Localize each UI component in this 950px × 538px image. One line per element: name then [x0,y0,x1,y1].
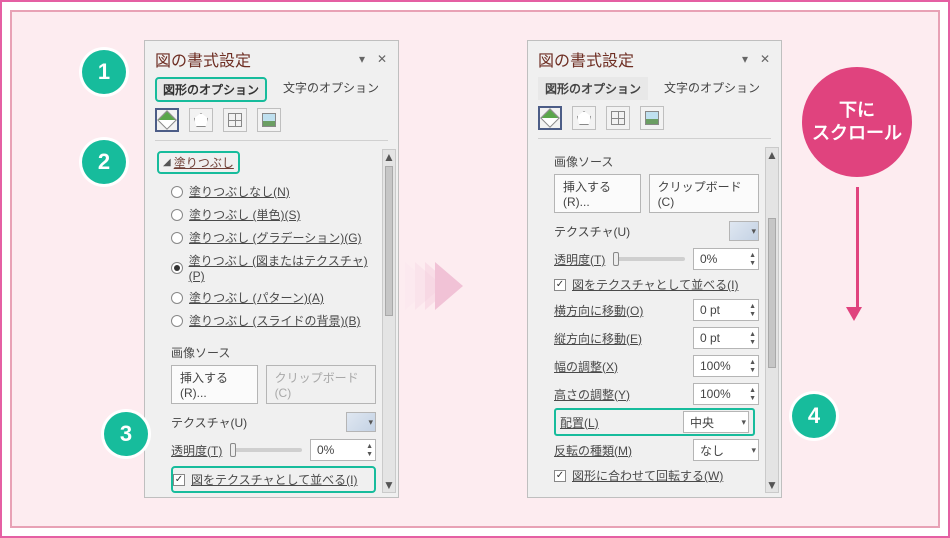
opacity-slider[interactable] [230,448,302,452]
offset-y-value[interactable]: 0 pt▲▼ [693,327,759,349]
size-properties-icon[interactable] [223,108,247,132]
options-dropdown-icon[interactable]: ▾ [739,53,751,65]
step-badge-4: 4 [792,394,836,438]
picture-source-label: 画像ソース [171,340,376,363]
opacity-slider[interactable] [613,257,685,261]
step-badge-3: 3 [104,412,148,456]
picture-icon[interactable] [257,108,281,132]
options-dropdown-icon[interactable]: ▾ [356,53,368,65]
scale-x-label: 幅の調整(X) [554,358,618,375]
section-fill[interactable]: ◢ 塗りつぶし [155,149,376,176]
opacity-value[interactable]: 0%▲▼ [693,248,759,270]
close-icon[interactable]: ✕ [376,53,388,65]
close-icon[interactable]: ✕ [759,53,771,65]
alignment-select[interactable]: 中央▾ [683,411,749,433]
scale-x-value[interactable]: 100%▲▼ [693,355,759,377]
texture-label: テクスチャ(U) [554,223,630,240]
insert-picture-button[interactable]: 挿入する(R)... [171,365,258,404]
tab-text-options[interactable]: 文字のオプション [658,77,766,100]
tab-shape-options[interactable]: 図形のオプション [155,77,267,102]
scale-y-label: 高さの調整(Y) [554,386,630,403]
scale-y-value[interactable]: 100%▲▼ [693,383,759,405]
mirror-label: 反転の種類(M) [554,442,632,459]
arrow-right-icon [435,262,463,310]
tile-checkbox[interactable]: ✓図をテクスチャとして並べる(I) [554,273,759,296]
scroll-down-icon[interactable]: ▼ [766,478,778,492]
effects-icon[interactable] [572,106,596,130]
offset-y-label: 縦方向に移動(E) [554,330,642,347]
step-badge-2: 2 [82,140,126,184]
callout-scroll-down: 下に スクロール [802,67,912,177]
arrow-down-icon [852,187,862,321]
rotate-with-shape-checkbox[interactable]: ✓図形に合わせて回転する(W) [554,464,759,487]
opacity-label: 透明度(T) [171,442,222,459]
format-pane-left: 図の書式設定 ▾ ✕ 図形のオプション 文字のオプション ◢ 塗りつぶし 塗りつ… [144,40,399,498]
scroll-up-icon[interactable]: ▲ [383,150,395,164]
tile-checkbox[interactable]: ✓図をテクスチャとして並べる(I) [171,466,376,493]
texture-label: テクスチャ(U) [171,414,247,431]
picture-source-label: 画像ソース [554,149,759,172]
insert-picture-button[interactable]: 挿入する(R)... [554,174,641,213]
scroll-down-icon[interactable]: ▼ [383,478,395,492]
scroll-up-icon[interactable]: ▲ [766,148,778,162]
clipboard-button[interactable]: クリップボード(C) [649,174,759,213]
texture-picker[interactable]: ▾ [346,412,376,432]
format-pane-right: 図の書式設定 ▾ ✕ 図形のオプション 文字のオプション 画像ソース 挿入する(… [527,40,782,498]
section-line[interactable]: ▷ 線 [544,489,759,497]
step-badge-1: 1 [82,50,126,94]
panel-title: 図の書式設定 [538,47,731,71]
radio-gradient-fill[interactable]: 塗りつぶし (グラデーション)(G) [171,226,376,249]
opacity-value[interactable]: 0%▲▼ [310,439,376,461]
scrollbar[interactable]: ▲ ▼ [382,149,396,493]
tab-shape-options[interactable]: 図形のオプション [538,77,648,100]
fill-line-icon[interactable] [538,106,562,130]
scrollbar[interactable]: ▲ ▼ [765,147,779,493]
offset-x-label: 横方向に移動(O) [554,302,643,319]
radio-pattern-fill[interactable]: 塗りつぶし (パターン)(A) [171,286,376,309]
fill-line-icon[interactable] [155,108,179,132]
radio-solid-fill[interactable]: 塗りつぶし (単色)(S) [171,203,376,226]
mirror-select[interactable]: なし▾ [693,439,759,461]
opacity-label: 透明度(T) [554,251,605,268]
alignment-row[interactable]: 配置(L) 中央▾ [554,408,755,436]
panel-title: 図の書式設定 [155,47,348,71]
picture-icon[interactable] [640,106,664,130]
offset-x-value[interactable]: 0 pt▲▼ [693,299,759,321]
clipboard-button: クリップボード(C) [266,365,376,404]
radio-picture-fill[interactable]: 塗りつぶし (図またはテクスチャ)(P) [171,249,376,286]
size-properties-icon[interactable] [606,106,630,130]
tri-down-icon: ◢ [163,157,171,168]
effects-icon[interactable] [189,108,213,132]
tab-text-options[interactable]: 文字のオプション [277,77,385,102]
radio-slidebg-fill[interactable]: 塗りつぶし (スライドの背景)(B) [171,309,376,332]
radio-no-fill[interactable]: 塗りつぶしなし(N) [171,180,376,203]
texture-picker[interactable]: ▾ [729,221,759,241]
